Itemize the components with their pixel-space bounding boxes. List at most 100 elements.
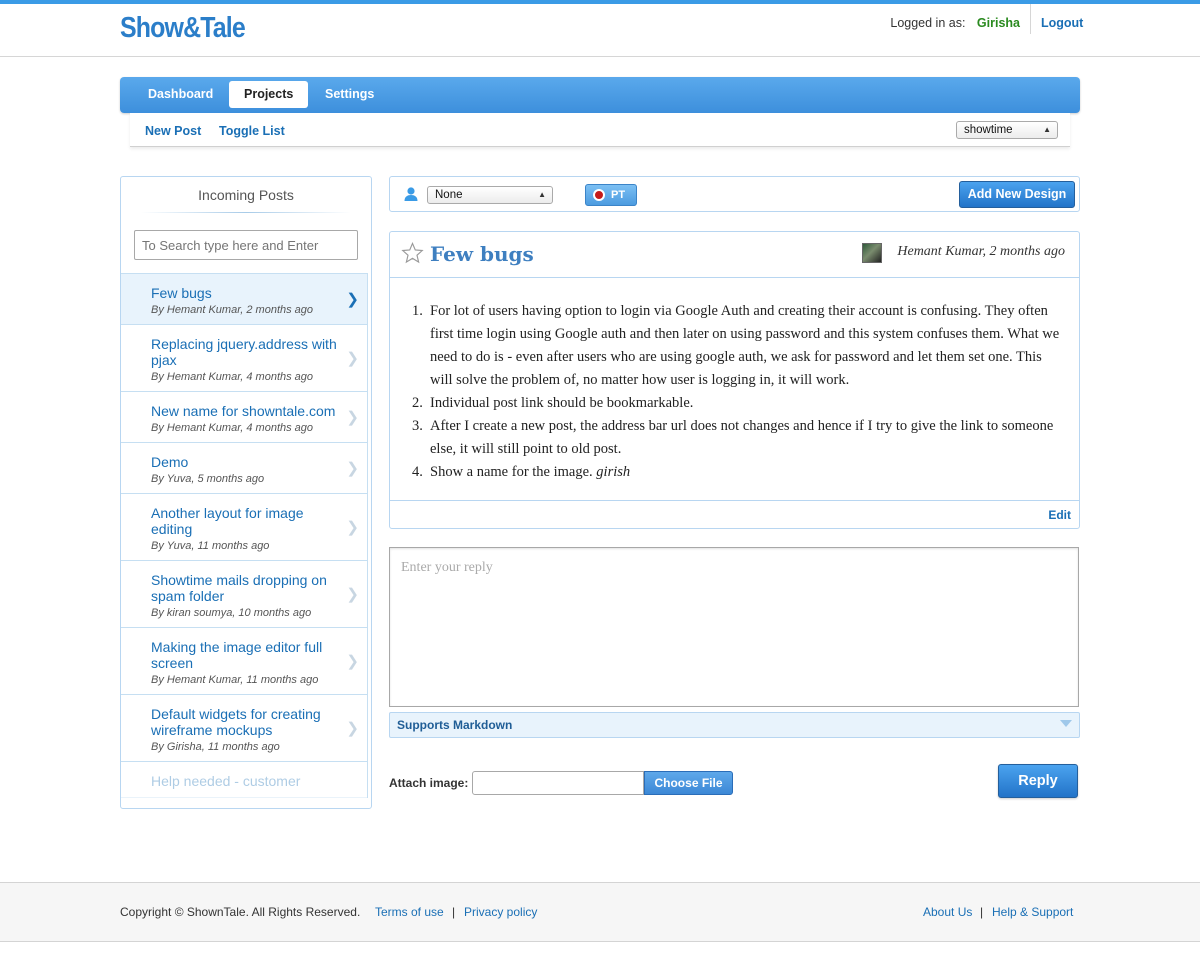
list-item[interactable]: Replacing jquery.address with pjax By He… <box>121 325 367 392</box>
post-author: Hemant Kumar, 2 months ago <box>897 244 1065 259</box>
toggle-list-link[interactable]: Toggle List <box>219 124 285 138</box>
triangle-down-icon <box>1060 720 1072 727</box>
terms-link[interactable]: Terms of use <box>375 905 444 919</box>
logo[interactable]: Show&Tale <box>120 12 246 45</box>
star-icon[interactable] <box>401 242 424 264</box>
chevron-right-icon: ❯ <box>346 291 359 308</box>
username[interactable]: Girisha <box>977 16 1020 30</box>
assignee-select-value: None <box>435 189 463 201</box>
tab-projects[interactable]: Projects <box>229 81 309 108</box>
post-item-title: Demo <box>151 454 189 470</box>
post-item-title: Replacing jquery.address with pjax <box>151 336 337 368</box>
choose-file-button[interactable]: Choose File <box>644 771 733 795</box>
signature: girish <box>596 464 631 480</box>
list-item[interactable]: Another layout for image editing By Yuva… <box>121 494 367 561</box>
header-divider <box>1030 4 1031 34</box>
list-item[interactable]: Few bugs By Hemant Kumar, 2 months ago ❯ <box>121 274 367 325</box>
help-link[interactable]: Help & Support <box>992 905 1073 919</box>
copyright: Copyright © ShownTale. All Rights Reserv… <box>120 905 361 919</box>
post-item-title: Help needed - customer <box>151 773 301 789</box>
post-item-title: Another layout for image editing <box>151 505 304 537</box>
list-number: 2. <box>412 395 423 411</box>
record-icon <box>593 189 605 201</box>
edit-link[interactable]: Edit <box>1048 508 1071 522</box>
list-item[interactable]: New name for showntale.com By Hemant Kum… <box>121 392 367 443</box>
post-footer: Edit <box>390 500 1079 528</box>
post-body: 1. For lot of users having option to logi… <box>412 300 1060 484</box>
footer-separator: | <box>980 905 984 919</box>
list-item[interactable]: Default widgets for creating wireframe m… <box>121 695 367 762</box>
post-title: Few bugs <box>430 242 534 266</box>
post-list: Few bugs By Hemant Kumar, 2 months ago ❯… <box>121 273 368 798</box>
list-item-text: Individual post link should be bookmarka… <box>430 395 694 411</box>
chevron-right-icon: ❯ <box>346 519 359 536</box>
list-item: 1. For lot of users having option to logi… <box>412 300 1060 392</box>
list-number: 4. <box>412 464 423 480</box>
post-item-title: New name for showntale.com <box>151 403 336 419</box>
attach-image-label: Attach image: <box>389 776 469 790</box>
author-avatar <box>862 243 882 263</box>
user-icon <box>404 187 418 201</box>
markdown-toggle[interactable]: Supports Markdown <box>389 712 1080 738</box>
list-number: 1. <box>412 303 423 319</box>
select-arrows-icon: ▲ <box>538 190 546 199</box>
post-header: Few bugs Hemant Kumar, 2 months ago <box>390 232 1079 278</box>
list-item-text: For lot of users having option to login … <box>430 303 1060 388</box>
new-post-link[interactable]: New Post <box>145 124 201 138</box>
list-item: 4. Show a name for the image. girish <box>412 461 1060 484</box>
list-item[interactable]: Showtime mails dropping on spam folder B… <box>121 561 367 628</box>
post-detail: Few bugs Hemant Kumar, 2 months ago 1. Fo… <box>389 231 1080 529</box>
search-input[interactable] <box>134 230 358 260</box>
pt-label: PT <box>611 189 626 201</box>
list-item: 2. Individual post link should be bookmar… <box>412 392 1060 415</box>
list-item-text: After I create a new post, the address b… <box>430 418 1054 457</box>
list-item: 3. After I create a new post, the address… <box>412 415 1060 461</box>
chevron-right-icon: ❯ <box>346 409 359 426</box>
reply-textarea[interactable]: Enter your reply <box>389 547 1079 707</box>
login-info: Logged in as: Girisha <box>890 16 1020 30</box>
post-item-meta: By Yuva, 11 months ago <box>151 540 270 552</box>
main-nav: Dashboard Projects Settings <box>120 77 1080 113</box>
file-path-field[interactable] <box>472 771 644 795</box>
post-toolbar: None ▲ PT Add New Design <box>389 176 1080 212</box>
list-item[interactable]: Making the image editor full screen By H… <box>121 628 367 695</box>
project-select[interactable]: showtime ▲ <box>956 121 1058 139</box>
about-link[interactable]: About Us <box>923 905 972 919</box>
title-divider <box>141 212 351 213</box>
list-item[interactable]: Help needed - customer <box>121 762 367 798</box>
post-item-title: Default widgets for creating wireframe m… <box>151 706 321 738</box>
markdown-label: Supports Markdown <box>397 718 513 732</box>
list-item-text: Show a name for the image. <box>430 464 593 480</box>
chevron-right-icon: ❯ <box>346 720 359 737</box>
header: Show&Tale Logged in as: Girisha Logout <box>0 4 1200 57</box>
post-item-meta: By Hemant Kumar, 11 months ago <box>151 674 319 686</box>
chevron-right-icon: ❯ <box>346 350 359 367</box>
post-item-meta: By Hemant Kumar, 2 months ago <box>151 304 314 316</box>
footer: Copyright © ShownTale. All Rights Reserv… <box>0 882 1200 942</box>
post-item-meta: By Hemant Kumar, 4 months ago <box>151 422 314 434</box>
incoming-posts-panel: Incoming Posts Few bugs By Hemant Kumar,… <box>120 176 372 809</box>
assignee-select[interactable]: None ▲ <box>427 186 553 204</box>
select-arrows-icon: ▲ <box>1043 125 1051 134</box>
pt-button[interactable]: PT <box>585 184 637 206</box>
tab-dashboard[interactable]: Dashboard <box>133 81 228 108</box>
privacy-link[interactable]: Privacy policy <box>464 905 537 919</box>
post-item-title: Making the image editor full screen <box>151 639 323 671</box>
logout-link[interactable]: Logout <box>1041 16 1083 30</box>
incoming-posts-title: Incoming Posts <box>198 187 294 203</box>
post-item-meta: By Yuva, 5 months ago <box>151 473 265 485</box>
add-new-design-button[interactable]: Add New Design <box>959 181 1075 208</box>
reply-placeholder: Enter your reply <box>401 560 493 575</box>
reply-button[interactable]: Reply <box>998 764 1078 798</box>
logged-in-label: Logged in as: <box>890 16 966 30</box>
post-item-meta: By kiran soumya, 10 months ago <box>151 607 312 619</box>
footer-separator: | <box>452 905 456 919</box>
chevron-right-icon: ❯ <box>346 653 359 670</box>
chevron-right-icon: ❯ <box>346 460 359 477</box>
project-select-value: showtime <box>964 124 1013 136</box>
tab-settings[interactable]: Settings <box>310 81 389 108</box>
chevron-right-icon: ❯ <box>346 586 359 603</box>
list-item[interactable]: Demo By Yuva, 5 months ago ❯ <box>121 443 367 494</box>
list-number: 3. <box>412 418 423 434</box>
post-item-meta: By Girisha, 11 months ago <box>151 741 280 753</box>
